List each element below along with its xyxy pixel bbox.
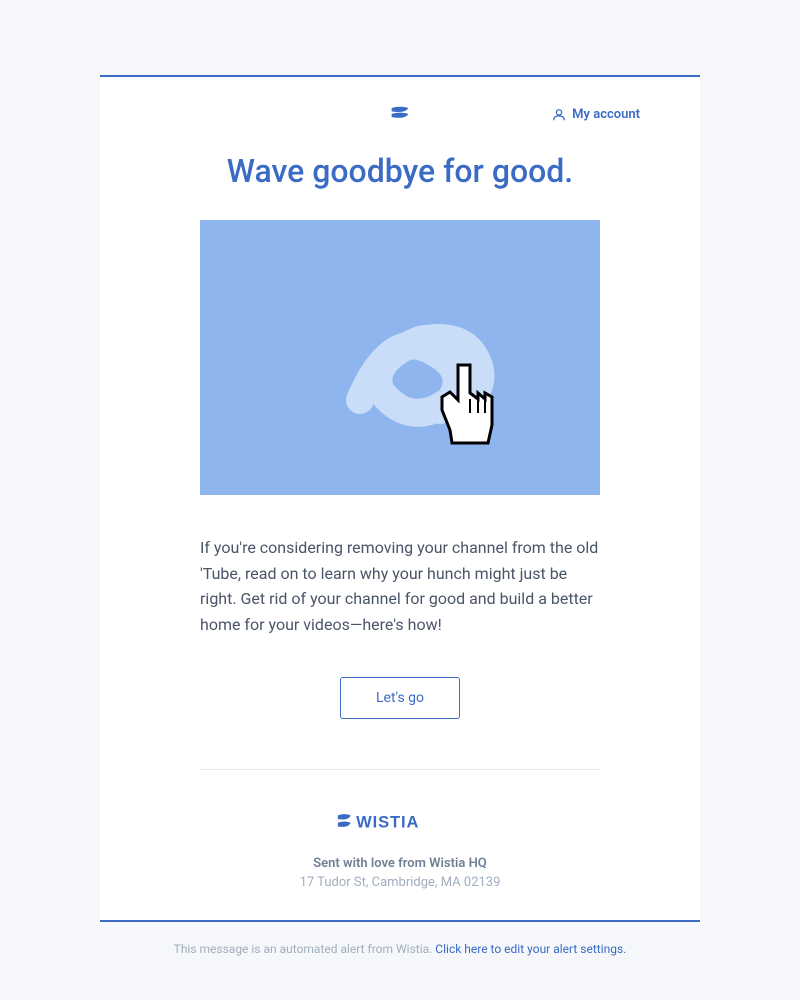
page-title: Wave goodbye for good. xyxy=(100,142,700,220)
user-icon xyxy=(552,108,566,122)
body-text: If you're considering removing your chan… xyxy=(100,535,700,637)
footer-sent-text: Sent with love from Wistia HQ xyxy=(200,856,600,871)
email-container: My account Wave goodbye for good. If you… xyxy=(100,75,700,922)
account-link-label: My account xyxy=(572,107,640,122)
footer: WISTIA Sent with love from Wistia HQ 17 … xyxy=(200,769,600,920)
my-account-link[interactable]: My account xyxy=(552,107,640,122)
alert-settings-link[interactable]: Click here to edit your alert settings. xyxy=(435,942,626,956)
wistia-logo-small xyxy=(390,104,410,126)
notice-text: This message is an automated alert from … xyxy=(174,942,436,956)
svg-text:WISTIA: WISTIA xyxy=(356,814,419,832)
cursor-hand-icon xyxy=(430,355,505,455)
lets-go-button[interactable]: Let's go xyxy=(340,677,460,719)
hero-image xyxy=(200,220,600,495)
bottom-notice: This message is an automated alert from … xyxy=(100,922,700,976)
wistia-logo-footer: WISTIA xyxy=(200,810,600,836)
footer-address: 17 Tudor St, Cambridge, MA 02139 xyxy=(200,875,600,890)
header: My account xyxy=(100,77,700,142)
